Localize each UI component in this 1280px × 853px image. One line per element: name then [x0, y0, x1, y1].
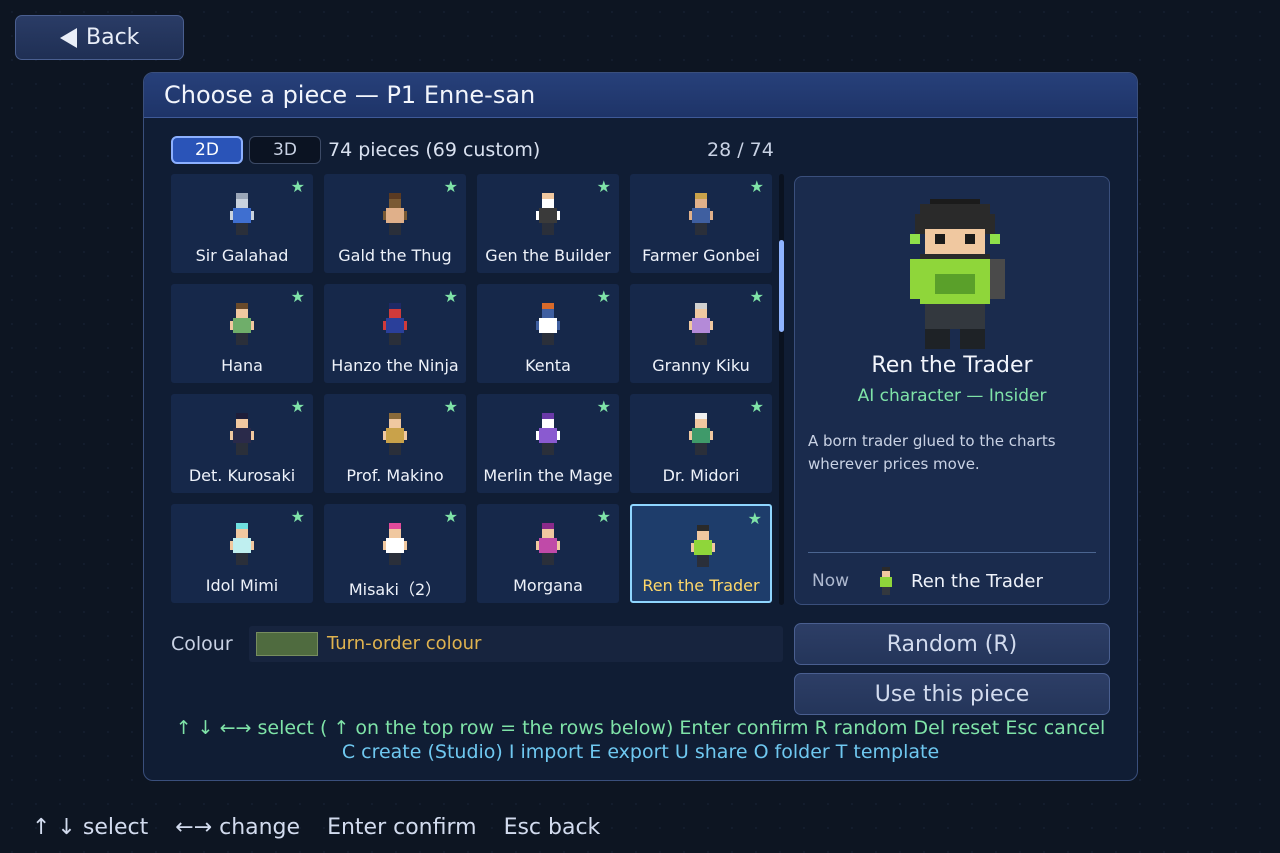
footer-hint-back: Esc back — [503, 815, 601, 840]
piece-sprite-icon — [686, 193, 716, 238]
detail-name: Ren the Trader — [871, 353, 1033, 378]
piece-count: 74 pieces (69 custom) — [328, 139, 541, 161]
piece-sprite-icon — [227, 413, 257, 458]
piece-card[interactable]: ★ Misaki（2） — [324, 504, 466, 603]
colour-swatch — [256, 632, 318, 656]
mode-3d-button[interactable]: 3D — [249, 136, 321, 164]
piece-card[interactable]: ★ Gen the Builder — [477, 174, 619, 273]
favorite-star-icon: ★ — [747, 509, 762, 528]
piece-sprite-icon — [533, 523, 563, 568]
detail-description: A born trader glued to the charts wherev… — [808, 432, 1056, 473]
help-line-actions: C create (Studio) I import E export U sh… — [341, 741, 940, 763]
grid-scrollbar[interactable] — [779, 174, 784, 605]
piece-sprite-icon — [380, 413, 410, 458]
piece-name: Gen the Builder — [485, 246, 611, 265]
piece-sprite-icon — [227, 303, 257, 348]
favorite-star-icon: ★ — [443, 287, 458, 306]
footer-hint-change: ←→ change — [175, 815, 301, 840]
favorite-star-icon: ★ — [596, 507, 611, 526]
piece-card[interactable]: ★ Sir Galahad — [171, 174, 313, 273]
random-button[interactable]: Random (R) — [794, 623, 1110, 665]
piece-card[interactable]: ★ Det. Kurosaki — [171, 394, 313, 493]
piece-card[interactable]: ★ Dr. Midori — [630, 394, 772, 493]
scrollbar-thumb[interactable] — [779, 240, 784, 332]
piece-name: Misaki（2） — [348, 580, 442, 599]
favorite-star-icon: ★ — [290, 177, 305, 196]
piece-card[interactable]: ★ Granny Kiku — [630, 284, 772, 383]
piece-sprite-icon — [380, 303, 410, 348]
favorite-star-icon: ★ — [290, 507, 305, 526]
favorite-star-icon: ★ — [596, 177, 611, 196]
piece-name: Idol Mimi — [205, 576, 279, 595]
favorite-star-icon: ★ — [749, 287, 764, 306]
piece-sprite-icon — [686, 303, 716, 348]
piece-name: Farmer Gonbei — [642, 246, 760, 265]
piece-card[interactable]: ★ Hanzo the Ninja — [324, 284, 466, 383]
colour-label: Colour — [171, 633, 233, 655]
help-line-keys: ↑ ↓ ←→ select ( ↑ on the top row = the r… — [175, 717, 1106, 739]
piece-name: Hanzo the Ninja — [331, 356, 459, 375]
detail-subtitle: AI character — Insider — [857, 386, 1047, 406]
footer-hint-confirm: Enter confirm — [327, 815, 477, 840]
piece-sprite-icon — [380, 193, 410, 238]
piece-card[interactable]: ★ Farmer Gonbei — [630, 174, 772, 273]
piece-name: Dr. Midori — [662, 466, 740, 485]
piece-sprite-icon — [533, 193, 563, 238]
favorite-star-icon: ★ — [596, 397, 611, 416]
piece-sprite-icon — [380, 523, 410, 568]
piece-name: Kenta — [525, 356, 571, 375]
piece-card[interactable]: ★ Gald the Thug — [324, 174, 466, 273]
footer-hints: ↑ ↓ select ←→ change Enter confirm Esc b… — [32, 815, 620, 840]
piece-name: Hana — [221, 356, 263, 375]
piece-card[interactable]: ★ Kenta — [477, 284, 619, 383]
footer-hint-select: ↑ ↓ select — [32, 815, 149, 840]
piece-sprite-icon — [688, 525, 718, 570]
piece-name: Ren the Trader — [642, 576, 760, 595]
favorite-star-icon: ★ — [443, 507, 458, 526]
use-piece-button[interactable]: Use this piece — [794, 673, 1110, 715]
piece-grid: ★ Sir Galahad ★ Gald the Thug ★ Gen the Build… — [171, 174, 775, 605]
piece-name: Morgana — [513, 576, 583, 595]
favorite-star-icon: ★ — [443, 177, 458, 196]
piece-name: Det. Kurosaki — [188, 466, 296, 485]
favorite-star-icon: ★ — [749, 397, 764, 416]
now-label: Now — [812, 571, 850, 591]
favorite-star-icon: ★ — [596, 287, 611, 306]
favorite-star-icon: ★ — [749, 177, 764, 196]
piece-sprite-icon — [533, 413, 563, 458]
piece-name: Granny Kiku — [652, 356, 750, 375]
current-piece-icon — [878, 567, 894, 595]
colour-value: Turn-order colour — [327, 633, 482, 654]
piece-name: Sir Galahad — [195, 246, 289, 265]
piece-sprite-icon — [686, 413, 716, 458]
piece-name: Prof. Makino — [346, 466, 444, 485]
piece-sprite-icon — [227, 523, 257, 568]
favorite-star-icon: ★ — [290, 287, 305, 306]
piece-card[interactable]: ★ Idol Mimi — [171, 504, 313, 603]
now-piece-name: Ren the Trader — [911, 571, 1043, 592]
piece-chooser-panel: Choose a piece — P1 Enne-san 2D 3D 74 pi… — [143, 72, 1138, 781]
back-arrow-icon — [60, 28, 77, 48]
detail-divider — [808, 552, 1096, 553]
piece-sprite-icon — [227, 193, 257, 238]
mode-2d-button[interactable]: 2D — [171, 136, 243, 164]
piece-sprite-icon — [533, 303, 563, 348]
favorite-star-icon: ★ — [290, 397, 305, 416]
piece-name: Gald the Thug — [338, 246, 452, 265]
piece-card[interactable]: ★ Merlin the Mage — [477, 394, 619, 493]
colour-selector[interactable]: Turn-order colour — [249, 626, 783, 662]
trader-portrait-icon — [905, 199, 1005, 349]
piece-detail-card: Ren the Trader AI character — Insider A … — [794, 176, 1110, 605]
piece-card[interactable]: ★ Hana — [171, 284, 313, 383]
piece-card[interactable]: ★ Prof. Makino — [324, 394, 466, 493]
back-button[interactable]: Back — [15, 15, 184, 60]
piece-name: Merlin the Mage — [483, 466, 613, 485]
favorite-star-icon: ★ — [443, 397, 458, 416]
piece-card[interactable]: ★ Ren the Trader — [630, 504, 772, 603]
back-button-label: Back — [86, 25, 140, 50]
page-index: 28 / 74 — [707, 139, 774, 161]
piece-card[interactable]: ★ Morgana — [477, 504, 619, 603]
panel-title: Choose a piece — P1 Enne-san — [144, 73, 1137, 118]
